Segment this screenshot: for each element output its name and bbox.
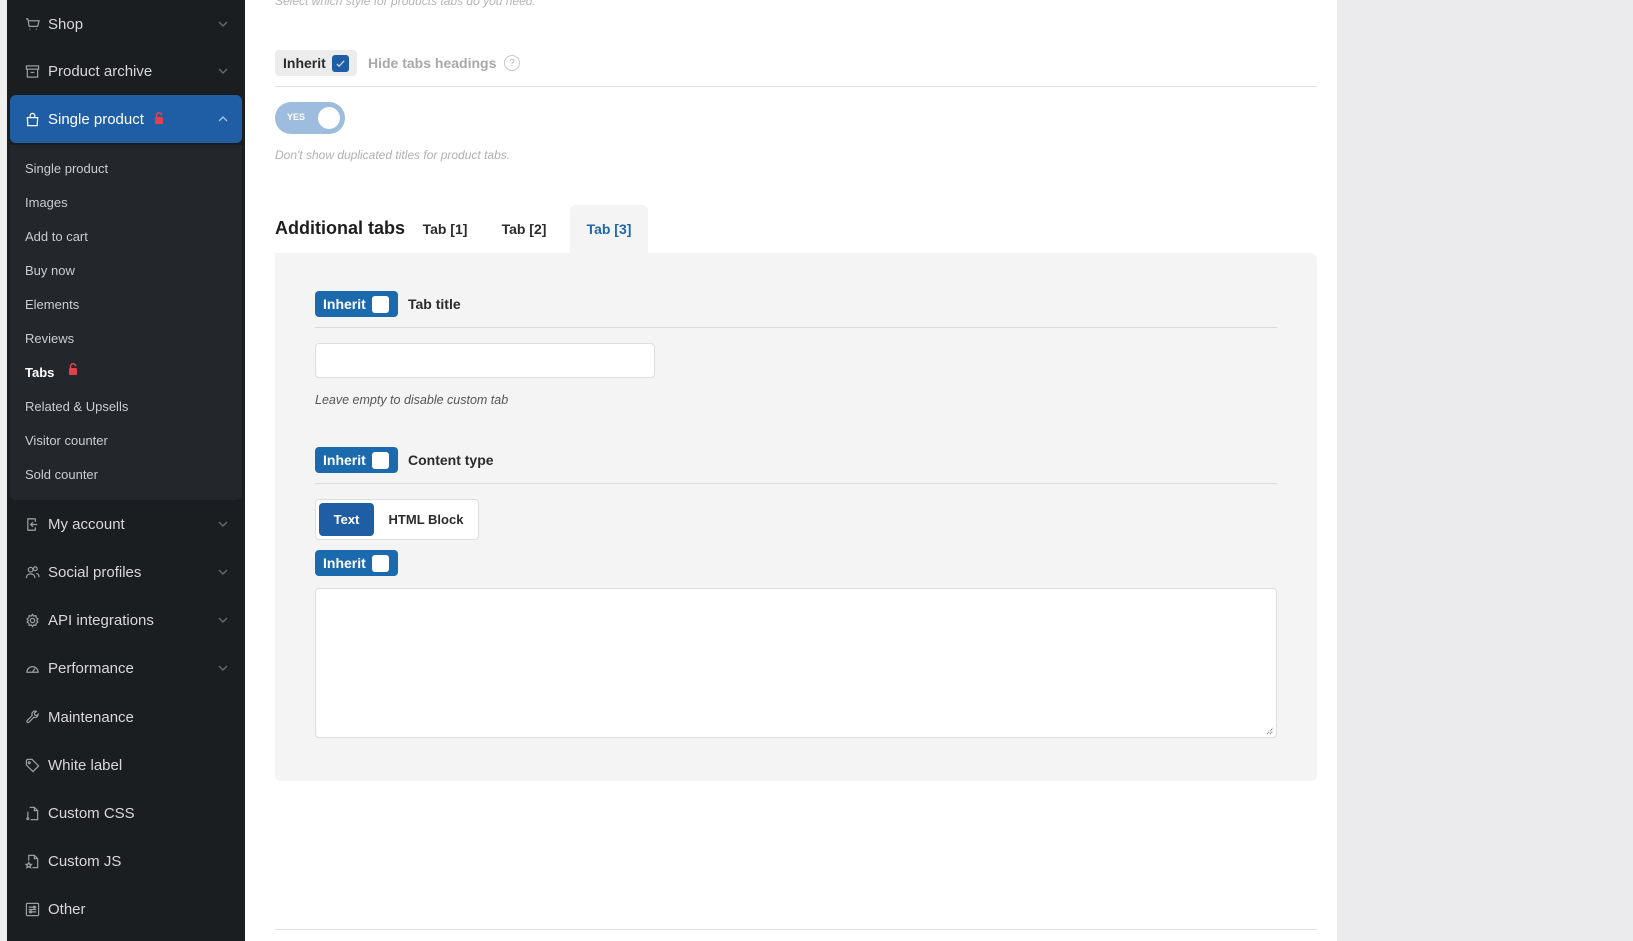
sidebar: Shop Product archive Single product Sing… [7,0,245,941]
tab-3-panel: Inherit Tab title Leave empty to disable… [275,253,1317,781]
archive-icon [24,63,40,79]
wrench-icon [24,709,40,725]
gear-icon [24,612,40,628]
css-file-icon [24,805,40,821]
chevron-down-icon [217,661,229,673]
inherit-label: Inherit [323,452,366,468]
js-file-icon [24,853,40,869]
tab-title-label: Tab title [408,296,461,312]
toggle-label: YES [287,112,306,122]
sidebar-item-label: Performance [48,659,134,677]
login-icon [24,516,40,532]
divider [315,327,1277,328]
hide-tabs-headings-label: Hide tabs headings [368,55,497,71]
sidebar-item-product-archive[interactable]: Product archive [10,47,242,95]
sidebar-item-other[interactable]: Other [10,885,242,933]
additional-tabs-title: Additional tabs [275,218,405,238]
content-type-text-option[interactable]: Text [319,503,374,536]
inherit-tab-title-checkbox[interactable]: Inherit [315,291,398,317]
sidebar-item-white-label[interactable]: White label [10,741,242,789]
submenu-item-sold-counter[interactable]: Sold counter [25,467,98,482]
tab-1[interactable]: Tab [1] [405,205,485,253]
lock-icon [68,362,78,375]
chevron-down-icon [217,64,229,76]
content-type-selector: Text HTML Block [315,499,479,540]
sidebar-item-label: Single product [48,110,144,128]
checkbox-unchecked-icon[interactable] [371,554,389,572]
sidebar-item-label: My account [48,515,125,533]
sidebar-item-label: Custom CSS [48,804,135,822]
sidebar-item-custom-css[interactable]: Custom CSS [10,789,242,837]
cart-icon [24,16,40,32]
sidebar-item-api-integrations[interactable]: API integrations [10,596,242,644]
sidebar-item-label: White label [48,756,123,774]
content-type-label: Content type [408,452,494,468]
sidebar-item-shop[interactable]: Shop [10,0,242,48]
submenu-item-related-upsells[interactable]: Related & Upsells [25,399,128,414]
inherit-content-checkbox[interactable]: Inherit [315,550,398,576]
chevron-down-icon [217,517,229,529]
sidebar-item-performance[interactable]: Performance [10,644,242,692]
sidebar-item-label: API integrations [48,611,154,629]
sidebar-item-label: Product archive [48,62,153,80]
chevron-down-icon [217,17,229,29]
submenu-item-images[interactable]: Images [25,195,68,210]
inherit-label: Inherit [323,555,366,571]
sidebar-item-label: Shop [48,15,84,33]
help-icon[interactable]: ? [504,55,520,71]
resize-grip-icon[interactable] [1266,727,1274,735]
sidebar-item-my-account[interactable]: My account [10,500,242,548]
inherit-hide-headings-checkbox[interactable]: Inherit [275,50,357,76]
inherit-label: Inherit [283,55,326,71]
sidebar-item-label: Maintenance [48,708,134,726]
sidebar-item-single-product[interactable]: Single product [10,95,242,143]
divider [275,86,1317,87]
submenu-item-visitor-counter[interactable]: Visitor counter [25,433,108,448]
tabs-style-description: Select which style for products tabs do … [275,0,536,8]
inherit-content-type-checkbox[interactable]: Inherit [315,447,398,473]
submenu-item-buy-now[interactable]: Buy now [25,263,75,278]
tab-content-textarea[interactable] [315,588,1277,738]
chevron-down-icon [217,613,229,625]
checkbox-unchecked-icon[interactable] [371,295,389,313]
chevron-up-icon [217,112,229,124]
submenu-single-product: Single product Images Add to cart Buy no… [10,145,242,500]
users-icon [24,564,40,580]
sidebar-item-label: Custom JS [48,852,122,870]
sidebar-item-label: Social profiles [48,563,142,581]
content-type-html-block-option[interactable]: HTML Block [376,503,476,536]
toggle-knob [318,107,340,129]
hide-headings-description: Don't show duplicated titles for product… [275,148,511,162]
left-gutter [0,0,7,941]
submenu-item-reviews[interactable]: Reviews [25,331,74,346]
checkbox-checked-icon[interactable] [331,54,349,72]
bag-icon [24,111,40,127]
tab-2[interactable]: Tab [2] [485,205,563,253]
submenu-item-elements[interactable]: Elements [25,297,79,312]
sliders-icon [24,901,40,917]
sidebar-item-social-profiles[interactable]: Social profiles [10,548,242,596]
sidebar-item-custom-js[interactable]: Custom JS [10,837,242,885]
tag-icon [24,757,40,773]
gauge-icon [24,660,40,676]
hide-tabs-headings-toggle[interactable]: YES [275,102,345,134]
chevron-down-icon [217,565,229,577]
tab-title-hint: Leave empty to disable custom tab [315,393,509,407]
settings-main: Select which style for products tabs do … [245,0,1337,941]
tab-3[interactable]: Tab [3] [570,205,648,253]
checkbox-unchecked-icon[interactable] [371,451,389,469]
submenu-item-tabs[interactable]: Tabs [25,362,78,380]
submenu-item-label: Tabs [25,365,55,380]
submenu-item-add-to-cart[interactable]: Add to cart [25,229,88,244]
sidebar-item-label: Other [48,900,86,918]
divider [275,929,1317,930]
sidebar-item-maintenance[interactable]: Maintenance [10,693,242,741]
lock-icon [154,111,164,124]
divider [315,483,1277,484]
inherit-label: Inherit [323,296,366,312]
tab-title-input[interactable] [315,343,655,378]
submenu-item-single-product[interactable]: Single product [25,161,108,176]
